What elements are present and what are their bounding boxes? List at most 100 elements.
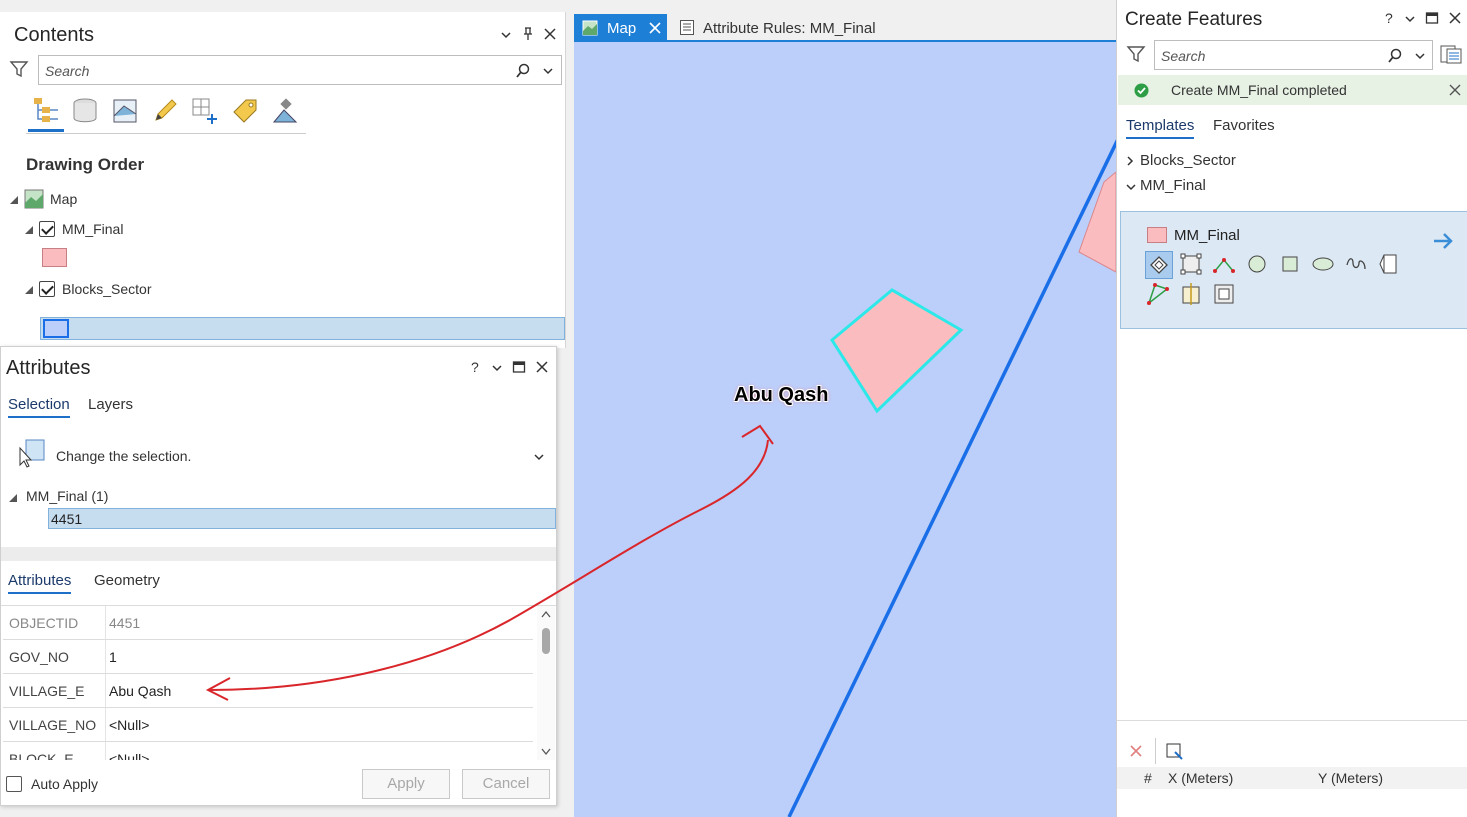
tree-map-label[interactable]: Map — [50, 191, 77, 207]
help-button[interactable]: ? — [471, 359, 479, 375]
rectangle-tool[interactable] — [1178, 251, 1206, 279]
filter-icon[interactable] — [1126, 44, 1146, 69]
ellipse-tool[interactable] — [1310, 251, 1338, 279]
freehand-tool[interactable] — [1343, 251, 1371, 279]
tab-geometry[interactable]: Geometry — [94, 572, 160, 589]
field-value[interactable]: <Null> — [109, 717, 149, 733]
tree-layer-mm-final[interactable]: MM_Final — [62, 221, 123, 237]
list-by-source-icon[interactable] — [70, 96, 100, 131]
list-by-selection-icon[interactable] — [110, 96, 140, 131]
attributes-pane: Attributes ? Selection Layers Change the… — [0, 346, 557, 806]
table-row[interactable]: GOV_NO 1 — [3, 640, 533, 674]
map-expand-icon[interactable] — [9, 192, 19, 210]
group-expand-icon[interactable] — [8, 490, 18, 508]
options-chevron-icon[interactable] — [491, 361, 503, 379]
search-icon[interactable] — [515, 63, 531, 79]
select-segments-icon[interactable] — [1164, 741, 1184, 766]
pane-splitter[interactable] — [1, 547, 556, 561]
auto-apply-checkbox[interactable] — [6, 776, 22, 792]
contents-search-input[interactable]: Search — [38, 55, 562, 85]
search-options-chevron-icon[interactable] — [1414, 50, 1426, 62]
blocks-sector-expand-chevron-icon[interactable] — [1125, 154, 1135, 172]
search-options-chevron-icon[interactable] — [542, 65, 554, 77]
table-row[interactable]: VILLAGE_NO <Null> — [3, 708, 533, 742]
close-icon[interactable] — [543, 25, 557, 41]
cancel-button[interactable]: Cancel — [462, 769, 550, 799]
tab-templates[interactable]: Templates — [1126, 117, 1195, 139]
manage-templates-icon[interactable] — [1440, 43, 1462, 70]
field-name: GOV_NO — [9, 649, 69, 665]
blocks-sector-symbol-swatch[interactable] — [43, 319, 69, 338]
tab-favorites[interactable]: Favorites — [1213, 117, 1275, 134]
map-view[interactable]: Abu Qash — [574, 42, 1116, 817]
mm-final-visibility-checkbox[interactable] — [39, 221, 55, 237]
list-by-drawing-order-icon[interactable] — [28, 94, 64, 132]
close-icon[interactable] — [535, 360, 549, 379]
table-row[interactable]: VILLAGE_E Abu Qash — [3, 674, 533, 708]
tab-attribute-rules[interactable]: Attribute Rules: MM_Final — [703, 20, 876, 37]
dismiss-banner-icon[interactable] — [1449, 84, 1461, 96]
create-features-search-input[interactable]: Search — [1154, 40, 1433, 70]
selected-feature-row[interactable]: 4451 — [48, 508, 556, 529]
table-row[interactable]: BLOCK_E <Null> — [3, 742, 533, 760]
attributes-title: Attributes — [6, 357, 91, 379]
square-tool[interactable] — [1277, 251, 1305, 279]
selection-group-label[interactable]: MM_Final (1) — [26, 488, 108, 504]
blocks-sector-boundary[interactable] — [787, 137, 1116, 817]
apply-button[interactable]: Apply — [362, 769, 450, 799]
pane-options-chevron-icon[interactable] — [500, 26, 512, 42]
table-row[interactable]: OBJECTID 4451 — [3, 606, 533, 640]
list-by-snapping-icon[interactable] — [190, 96, 220, 131]
template-group-blocks-sector[interactable]: Blocks_Sector — [1140, 152, 1236, 169]
scroll-down-icon[interactable] — [541, 748, 551, 756]
generate-features-tool[interactable] — [1211, 281, 1239, 309]
field-value[interactable]: 1 — [109, 649, 117, 665]
map-canvas[interactable] — [574, 42, 1116, 817]
drawing-order-heading: Drawing Order — [26, 155, 145, 174]
scroll-thumb[interactable] — [542, 628, 550, 654]
blocks-sector-visibility-checkbox[interactable] — [39, 281, 55, 297]
mm-final-collapse-chevron-icon[interactable] — [1125, 179, 1137, 197]
search-icon[interactable] — [1387, 48, 1403, 64]
circle-tool[interactable] — [1244, 251, 1272, 279]
filter-icon[interactable] — [9, 59, 29, 84]
change-selection-chevron-icon[interactable] — [533, 450, 545, 468]
change-selection-label[interactable]: Change the selection. — [56, 448, 191, 464]
template-group-mm-final[interactable]: MM_Final — [1140, 177, 1206, 194]
close-icon[interactable] — [1448, 11, 1462, 30]
pin-icon[interactable] — [521, 25, 535, 41]
split-tool[interactable] — [1178, 281, 1206, 309]
mm-final-expand-icon[interactable] — [24, 222, 34, 240]
list-by-labeling-icon[interactable] — [230, 96, 260, 131]
maximize-icon[interactable] — [1425, 11, 1439, 30]
mm-final-symbol-swatch[interactable] — [42, 248, 67, 267]
template-mm-final[interactable]: MM_Final — [1120, 211, 1467, 329]
field-value[interactable]: Abu Qash — [109, 683, 171, 699]
close-tab-icon[interactable] — [649, 22, 661, 34]
tab-attributes[interactable]: Attributes — [8, 572, 72, 594]
polygon-tool[interactable] — [1145, 251, 1173, 279]
blocks-sector-symbol-row[interactable] — [40, 317, 565, 340]
delete-vertex-icon[interactable] — [1129, 744, 1143, 763]
select-cursor-icon — [16, 438, 48, 473]
right-angle-tool[interactable] — [1211, 251, 1239, 279]
blocks-sector-expand-icon[interactable] — [24, 282, 34, 300]
list-by-editing-icon[interactable] — [150, 96, 180, 131]
tab-layers[interactable]: Layers — [88, 396, 133, 413]
help-button[interactable]: ? — [1385, 10, 1393, 26]
mm-final-selected-polygon[interactable] — [830, 288, 964, 414]
field-value[interactable]: <Null> — [109, 751, 149, 760]
tab-selection[interactable]: Selection — [8, 396, 70, 418]
auto-complete-polygon-tool[interactable] — [1145, 281, 1173, 309]
list-by-perspective-imagery-icon[interactable] — [270, 96, 300, 131]
active-template-arrow-icon[interactable] — [1432, 232, 1454, 250]
tab-map[interactable]: Map — [574, 14, 667, 42]
mm-final-polygon-partial[interactable] — [1078, 171, 1116, 273]
maximize-icon[interactable] — [512, 360, 526, 379]
scroll-up-icon[interactable] — [541, 610, 551, 618]
trace-tool[interactable] — [1376, 251, 1404, 279]
options-chevron-icon[interactable] — [1404, 12, 1416, 30]
tree-layer-blocks-sector[interactable]: Blocks_Sector — [62, 281, 151, 297]
status-banner: Create MM_Final completed — [1118, 75, 1467, 105]
attribute-scrollbar[interactable] — [537, 606, 555, 760]
